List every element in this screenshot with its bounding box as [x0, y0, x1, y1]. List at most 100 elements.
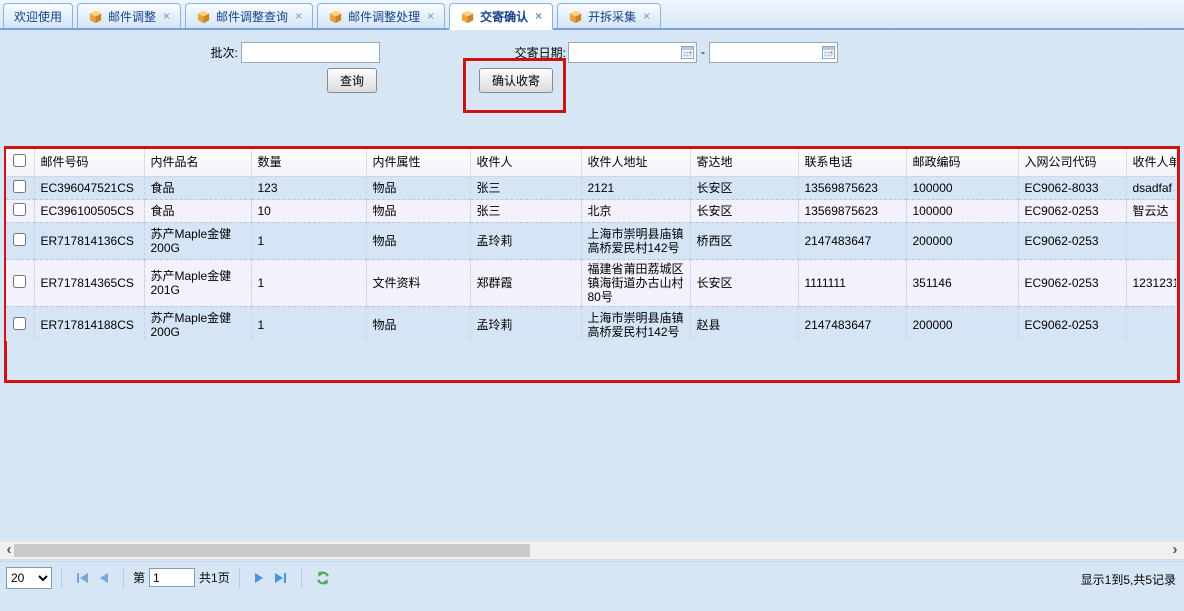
- table-row[interactable]: ER717814136CS 苏产Maple金健200G 1 物品 孟玲莉 上海市…: [6, 222, 1176, 259]
- header-cell[interactable]: 联系电话: [798, 149, 906, 176]
- next-page-button[interactable]: [255, 573, 263, 583]
- close-icon[interactable]: ×: [535, 10, 542, 22]
- table-cell: 张三: [470, 199, 581, 222]
- table-cell: 1: [251, 222, 366, 259]
- close-icon[interactable]: ×: [295, 10, 302, 22]
- scroll-right-arrow-icon[interactable]: ›: [1168, 542, 1182, 559]
- row-checkbox[interactable]: [13, 203, 26, 216]
- tab-mail-adjust[interactable]: 邮件调整 ×: [77, 3, 181, 28]
- tab-delivery-confirm[interactable]: 交寄确认 ×: [449, 3, 553, 30]
- header-cell[interactable]: 收件人地址: [581, 149, 690, 176]
- date-from-input[interactable]: [568, 42, 697, 63]
- table-cell: 郑群霞: [470, 259, 581, 306]
- table-cell: 长安区: [690, 259, 798, 306]
- pager-divider: [123, 568, 124, 588]
- page-size-select[interactable]: 20: [6, 567, 52, 589]
- header-cell[interactable]: 数量: [251, 149, 366, 176]
- prev-page-button[interactable]: [100, 573, 108, 583]
- query-button[interactable]: 查询: [327, 68, 377, 93]
- select-all-checkbox[interactable]: [13, 154, 26, 167]
- table-cell: ER717814188CS: [34, 306, 144, 341]
- header-cell[interactable]: 内件属性: [366, 149, 470, 176]
- row-checkbox[interactable]: [13, 233, 26, 246]
- header-cell[interactable]: 收件人: [470, 149, 581, 176]
- first-page-button[interactable]: [77, 573, 88, 583]
- table-cell: 1: [251, 306, 366, 341]
- tab-open-collect[interactable]: 开拆采集 ×: [557, 3, 661, 28]
- header-cell[interactable]: 入网公司代码: [1018, 149, 1126, 176]
- table-cell: 孟玲莉: [470, 306, 581, 341]
- table-cell: 上海市崇明县庙镇高桥爱民村142号: [581, 306, 690, 341]
- table-cell: 孟玲莉: [470, 222, 581, 259]
- pager-divider: [239, 568, 240, 588]
- checkbox-cell: [6, 222, 34, 259]
- calendar-icon[interactable]: [681, 46, 694, 62]
- row-checkbox[interactable]: [13, 317, 26, 330]
- horizontal-scrollbar-thumb[interactable]: [14, 544, 530, 557]
- tab-label: 开拆采集: [588, 8, 636, 25]
- horizontal-scrollbar[interactable]: ‹ ›: [0, 541, 1184, 560]
- package-icon: [568, 9, 583, 24]
- table-cell: 苏产Maple金健200G: [144, 222, 251, 259]
- header-cell[interactable]: 收件人单位: [1126, 149, 1176, 176]
- table-cell: 100000: [906, 176, 1018, 199]
- checkbox-cell: [6, 306, 34, 341]
- header-cell[interactable]: 邮政编码: [906, 149, 1018, 176]
- last-page-button[interactable]: [275, 573, 286, 583]
- close-icon[interactable]: ×: [163, 10, 170, 22]
- tab-mail-adjust-query[interactable]: 邮件调整查询 ×: [185, 3, 313, 28]
- date-range-dash: -: [699, 45, 707, 59]
- table-cell: 物品: [366, 306, 470, 341]
- refresh-icon[interactable]: [315, 570, 331, 586]
- table-cell: 长安区: [690, 199, 798, 222]
- table-row[interactable]: ER717814188CS 苏产Maple金健200G 1 物品 孟玲莉 上海市…: [6, 306, 1176, 341]
- package-icon: [328, 9, 343, 24]
- table-cell: 北京: [581, 199, 690, 222]
- calendar-icon[interactable]: [822, 46, 835, 62]
- pager-bar: 20 第 共1页 显示1到5,共5记录: [0, 561, 1184, 593]
- delivery-date-label: 交寄日期:: [478, 43, 566, 63]
- header-cell[interactable]: 内件品名: [144, 149, 251, 176]
- date-to-input[interactable]: [709, 42, 838, 63]
- table-row[interactable]: EC396047521CS 食品 123 物品 张三 2121 长安区 1356…: [6, 176, 1176, 199]
- header-cell[interactable]: 邮件号码: [34, 149, 144, 176]
- table-cell: 2147483647: [798, 306, 906, 341]
- record-count-status: 显示1到5,共5记录: [1081, 571, 1176, 588]
- page-number-input[interactable]: [149, 568, 195, 587]
- table-row[interactable]: EC396100505CS 食品 10 物品 张三 北京 长安区 1356987…: [6, 199, 1176, 222]
- batch-input[interactable]: [241, 42, 380, 63]
- package-icon: [460, 9, 475, 24]
- table-cell: 1111111: [798, 259, 906, 306]
- table-cell: 桥西区: [690, 222, 798, 259]
- date-from-field: [568, 42, 697, 63]
- table-cell: 上海市崇明县庙镇高桥爱民村142号: [581, 222, 690, 259]
- checkbox-cell: [6, 176, 34, 199]
- tab-mail-adjust-process[interactable]: 邮件调整处理 ×: [317, 3, 445, 28]
- table-cell: ER717814136CS: [34, 222, 144, 259]
- close-icon[interactable]: ×: [427, 10, 434, 22]
- table-cell: 苏产Maple金健200G: [144, 306, 251, 341]
- checkbox-cell: [6, 199, 34, 222]
- table-cell: EC9062-0253: [1018, 199, 1126, 222]
- tab-welcome[interactable]: 欢迎使用: [3, 3, 73, 28]
- row-checkbox[interactable]: [13, 180, 26, 193]
- table-cell: 123: [251, 176, 366, 199]
- date-to-field: [709, 42, 838, 63]
- table-row[interactable]: ER717814365CS 苏产Maple金健201G 1 文件资料 郑群霞 福…: [6, 259, 1176, 306]
- pager-divider: [61, 568, 62, 588]
- table-cell: 张三: [470, 176, 581, 199]
- table-cell: 100000: [906, 199, 1018, 222]
- table-cell: 10: [251, 199, 366, 222]
- close-icon[interactable]: ×: [643, 10, 650, 22]
- table-cell: 长安区: [690, 176, 798, 199]
- table-cell: EC9062-0253: [1018, 259, 1126, 306]
- select-all-cell: [6, 149, 34, 176]
- row-checkbox[interactable]: [13, 275, 26, 288]
- mail-grid: 邮件号码 内件品名 数量 内件属性 收件人 收件人地址 寄达地 联系电话 邮政编…: [6, 149, 1176, 341]
- header-cell[interactable]: 寄达地: [690, 149, 798, 176]
- table-cell: 文件资料: [366, 259, 470, 306]
- table-cell: 福建省莆田荔城区镇海街道办古山村80号: [581, 259, 690, 306]
- table-cell: EC9062-0253: [1018, 306, 1126, 341]
- confirm-receipt-button[interactable]: 确认收寄: [479, 68, 553, 93]
- table-cell: 智云达: [1126, 199, 1176, 222]
